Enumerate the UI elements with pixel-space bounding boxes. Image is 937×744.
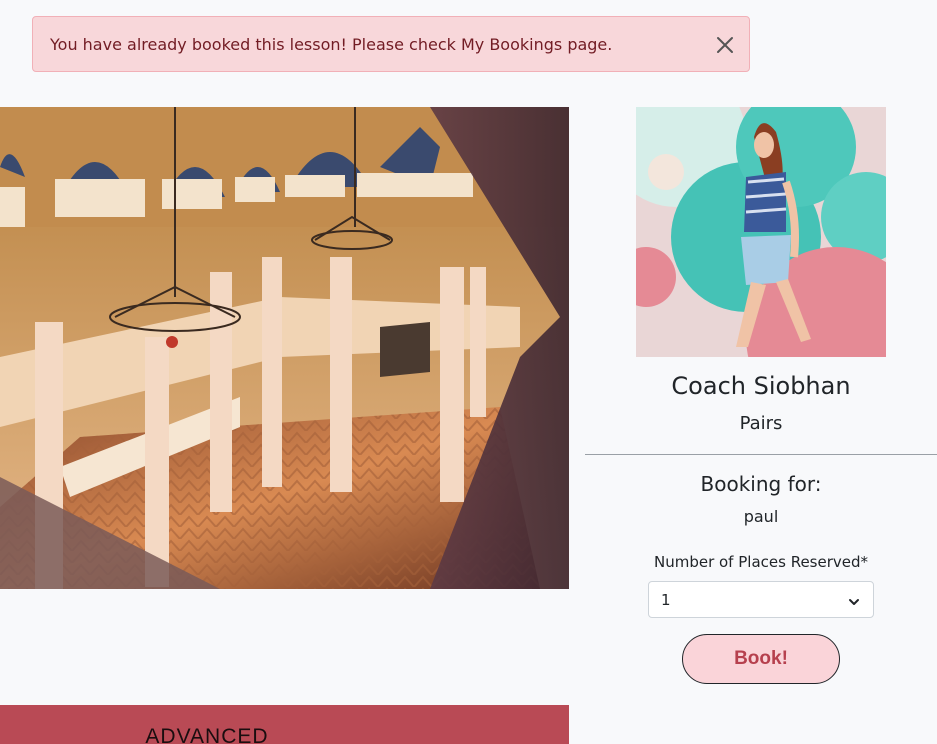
close-icon[interactable] [715, 35, 735, 55]
divider [585, 454, 937, 455]
alert-message: You have already booked this lesson! Ple… [50, 34, 613, 54]
chevron-down-icon [848, 594, 860, 606]
booking-for-heading: Booking for: [700, 472, 822, 496]
lesson-level-label: ADVANCED [145, 725, 269, 744]
venue-image [0, 107, 569, 589]
book-button[interactable]: Book! [682, 634, 840, 684]
lesson-level-bar: ADVANCED [0, 705, 569, 744]
coach-style: Pairs [739, 413, 783, 434]
coach-photo [636, 107, 886, 357]
already-booked-alert: You have already booked this lesson! Ple… [32, 16, 750, 72]
places-reserved-value: 1 [661, 590, 671, 609]
booking-user-name: paul [743, 507, 779, 526]
places-reserved-label: Number of Places Reserved* [653, 553, 869, 571]
coach-name: Coach Siobhan [671, 372, 851, 400]
places-reserved-select[interactable]: 1 [648, 581, 874, 618]
